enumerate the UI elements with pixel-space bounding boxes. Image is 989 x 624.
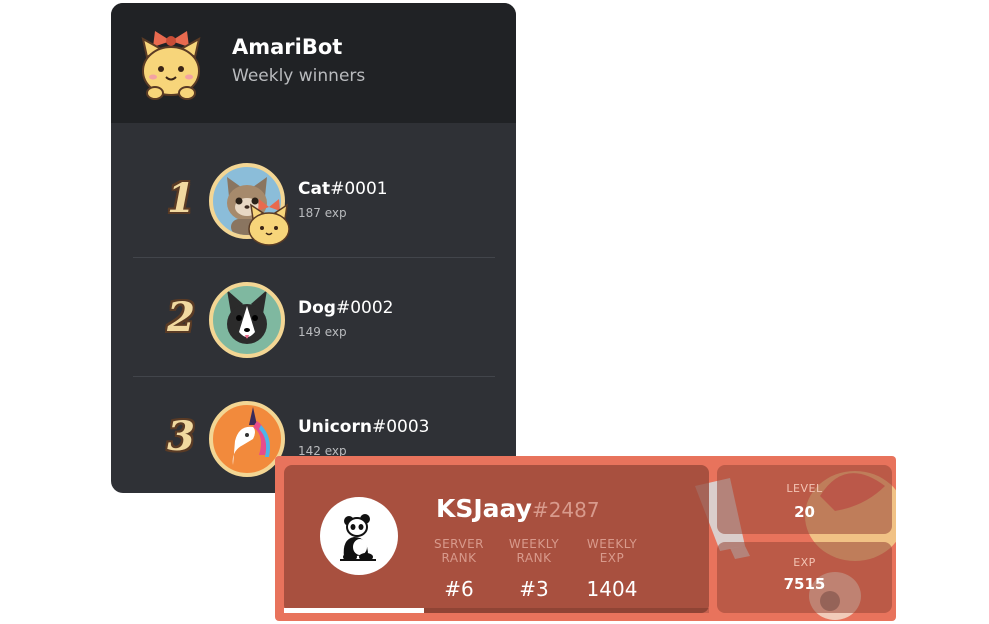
weekly-rank-stat: WEEKLY RANK #3 bbox=[489, 537, 579, 601]
winner-exp: 149 exp bbox=[298, 325, 347, 339]
level-value: 20 bbox=[794, 503, 815, 521]
panel-subtitle: Weekly winners bbox=[232, 66, 366, 86]
winner-discriminator: #0003 bbox=[371, 417, 430, 437]
winner-discriminator: #0002 bbox=[335, 298, 394, 318]
unicorn-avatar-icon bbox=[209, 401, 285, 477]
amaribot-avatar-icon bbox=[141, 31, 201, 100]
level-label: LEVEL bbox=[786, 482, 823, 495]
rank-number: 3 bbox=[167, 413, 195, 460]
weekly-exp-stat: WEEKLY EXP 1404 bbox=[567, 537, 657, 601]
winner-row[interactable]: 2 Dog#0002 149 exp bbox=[133, 264, 495, 382]
winner-exp: 187 exp bbox=[298, 206, 347, 220]
winner-username: Unicorn#0003 bbox=[298, 417, 430, 437]
winner-name: Dog bbox=[298, 298, 336, 318]
level-box: LEVEL 20 bbox=[717, 465, 892, 534]
stat-label-line: WEEKLY bbox=[586, 537, 638, 551]
weekly-winners-panel: AmariBot Weekly winners 1 Cat#0001 187 e… bbox=[111, 3, 516, 493]
stat-label: WEEKLY RANK bbox=[489, 537, 579, 565]
winner-name: Unicorn bbox=[298, 417, 372, 437]
stat-value: 1404 bbox=[586, 577, 638, 601]
exp-progress-fill bbox=[284, 608, 425, 613]
exp-label: EXP bbox=[793, 556, 816, 569]
card-main-section: KSJaay#2487 SERVER RANK #6 WEEKLY RANK #… bbox=[284, 465, 709, 613]
panda-avatar-icon bbox=[320, 497, 398, 575]
panel-header: AmariBot Weekly winners bbox=[111, 3, 516, 123]
rank-card: KSJaay#2487 SERVER RANK #6 WEEKLY RANK #… bbox=[275, 456, 896, 621]
stat-value: #3 bbox=[519, 577, 549, 601]
rank-number: 2 bbox=[167, 294, 195, 341]
winner-row[interactable]: 1 Cat#0001 187 exp bbox=[133, 145, 495, 263]
stat-label: WEEKLY EXP bbox=[567, 537, 657, 565]
stat-label-line: EXP bbox=[599, 551, 625, 565]
cat-badge-icon bbox=[248, 199, 290, 246]
bot-name: AmariBot bbox=[232, 35, 343, 59]
profile-name: KSJaay bbox=[436, 494, 532, 523]
winner-username: Cat#0001 bbox=[298, 179, 388, 199]
exp-progress-bar bbox=[284, 608, 709, 613]
exp-box: EXP 7515 bbox=[717, 542, 892, 613]
stat-label-line: RANK bbox=[516, 551, 552, 565]
winner-discriminator: #0001 bbox=[330, 179, 388, 199]
card-username: KSJaay#2487 bbox=[436, 494, 600, 523]
winner-name: Cat bbox=[298, 179, 331, 199]
winner-username: Dog#0002 bbox=[298, 298, 393, 318]
stat-label-line: WEEKLY bbox=[508, 537, 560, 551]
dog-avatar-icon bbox=[209, 282, 285, 358]
exp-value: 7515 bbox=[783, 575, 826, 593]
row-divider bbox=[133, 376, 495, 377]
row-divider bbox=[133, 257, 495, 258]
profile-discriminator: #2487 bbox=[531, 498, 600, 522]
rank-number: 1 bbox=[167, 175, 195, 222]
